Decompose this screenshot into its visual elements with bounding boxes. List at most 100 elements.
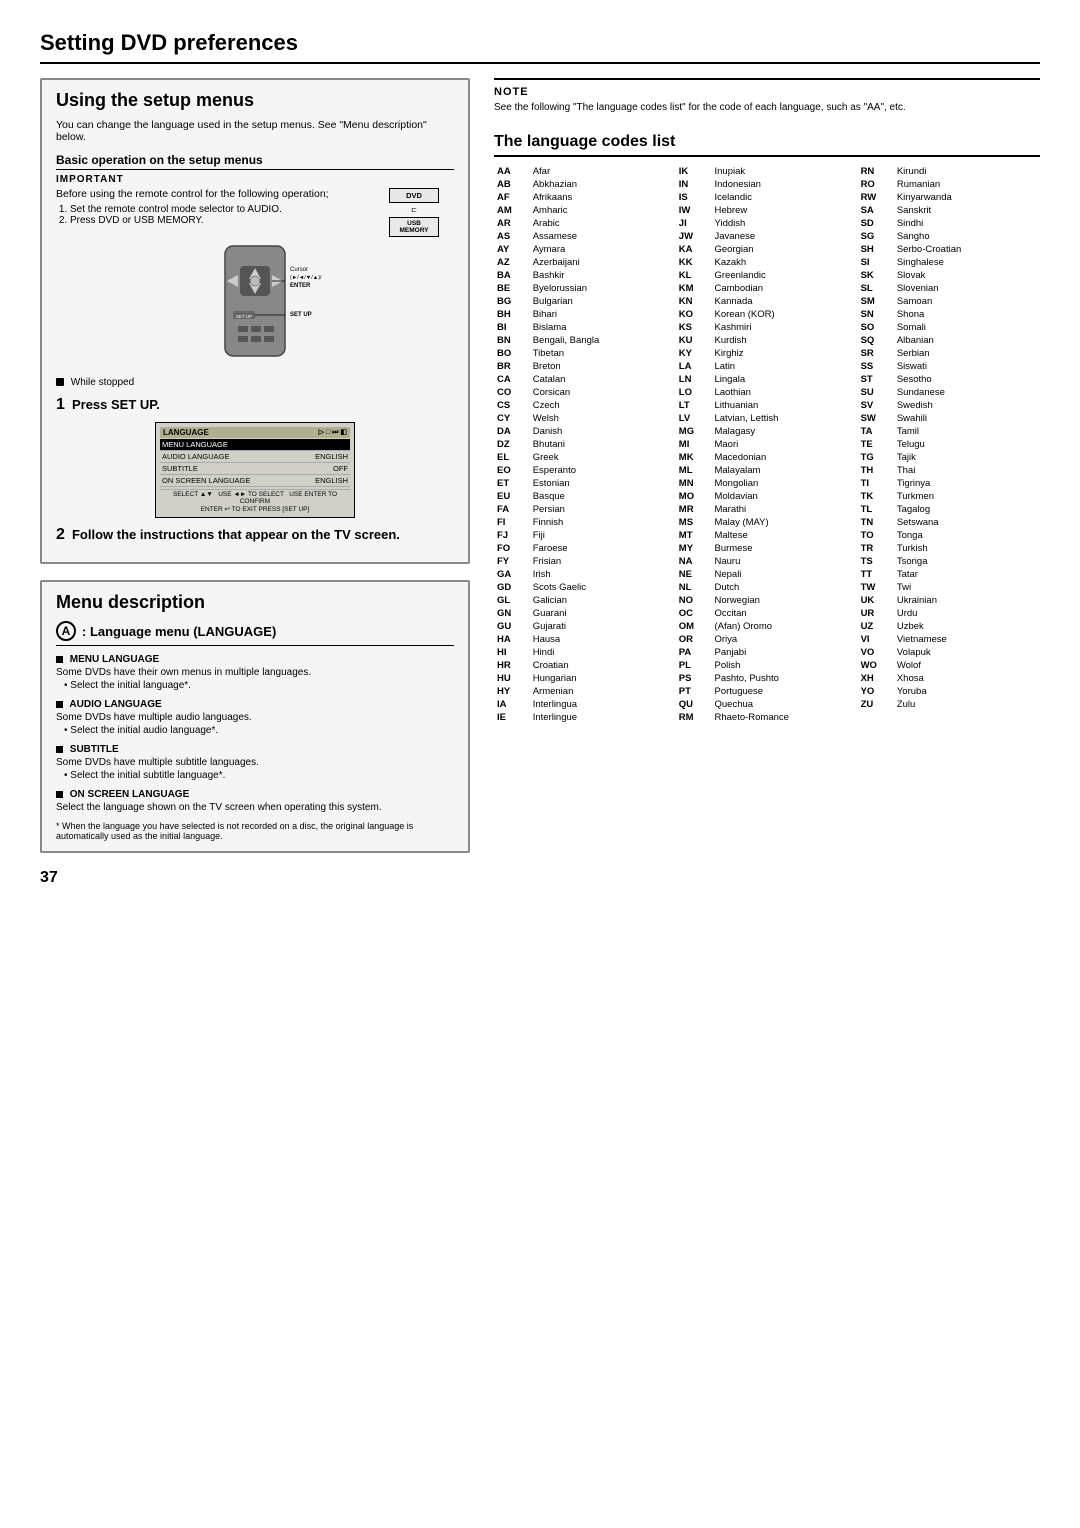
lang-code: CS xyxy=(494,399,530,412)
lang-name: Singhalese xyxy=(894,256,1040,269)
lang-code: AA xyxy=(494,165,530,178)
lang-code: HY xyxy=(494,685,530,698)
table-row: ELGreekMKMacedonianTGTajik xyxy=(494,451,1040,464)
lang-name: Hindi xyxy=(530,646,676,659)
lang-name: Ukrainian xyxy=(894,594,1040,607)
table-row: ARArabicJIYiddishSDSindhi xyxy=(494,217,1040,230)
table-row: CACatalanLNLingalaSTSesotho xyxy=(494,373,1040,386)
lang-code: OR xyxy=(676,633,712,646)
lang-name: Frisian xyxy=(530,555,676,568)
lang-name: Kurdish xyxy=(711,334,857,347)
table-row: GDScots GaelicNLDutchTWTwi xyxy=(494,581,1040,594)
lang-name: Tigrinya xyxy=(894,477,1040,490)
step1-block: 1 Press SET UP. xyxy=(56,396,454,414)
note-section: NOTE See the following "The language cod… xyxy=(494,78,1040,119)
lcd-audio-value: ENGLISH xyxy=(315,452,348,461)
menu-description-title: Menu description xyxy=(56,592,454,613)
lang-name: Malayalam xyxy=(711,464,857,477)
lang-code: JW xyxy=(676,230,712,243)
lcd-audio-label: AUDIO LANGUAGE xyxy=(162,452,230,461)
lang-name: Sindhi xyxy=(894,217,1040,230)
lang-code: AM xyxy=(494,204,530,217)
lang-name: Sanskrit xyxy=(894,204,1040,217)
lang-code: EL xyxy=(494,451,530,464)
lang-code: IS xyxy=(676,191,712,204)
lang-code: BG xyxy=(494,295,530,308)
lang-name: Xhosa xyxy=(894,672,1040,685)
lang-name: Tibetan xyxy=(530,347,676,360)
square-bullet-icon xyxy=(56,791,63,798)
lang-code: HA xyxy=(494,633,530,646)
svg-text:(►/◄/▼/▲)/: (►/◄/▼/▲)/ xyxy=(290,275,322,281)
lang-code: IN xyxy=(676,178,712,191)
table-row: HIHindiPAPanjabiVOVolapuk xyxy=(494,646,1040,659)
lang-code: KM xyxy=(676,282,712,295)
lang-name: Azerbaijani xyxy=(530,256,676,269)
lang-code xyxy=(858,711,894,724)
step-item: Press DVD or USB MEMORY. xyxy=(70,215,364,226)
lang-name: Greenlandic xyxy=(711,269,857,282)
lang-code: TG xyxy=(858,451,894,464)
lang-name: Croatian xyxy=(530,659,676,672)
lang-name: Breton xyxy=(530,360,676,373)
lang-name: Albanian xyxy=(894,334,1040,347)
lang-code: GN xyxy=(494,607,530,620)
lang-code: CO xyxy=(494,386,530,399)
table-row: FOFaroeseMYBurmeseTRTurkish xyxy=(494,542,1040,555)
lang-name: Abkhazian xyxy=(530,178,676,191)
lang-code: NA xyxy=(676,555,712,568)
page-number: 37 xyxy=(40,869,470,887)
lang-name: Nauru xyxy=(711,555,857,568)
lang-name: Danish xyxy=(530,425,676,438)
lang-code: ST xyxy=(858,373,894,386)
lang-name: Hausa xyxy=(530,633,676,646)
lang-code: IE xyxy=(494,711,530,724)
lang-code: SM xyxy=(858,295,894,308)
lang-name: Czech xyxy=(530,399,676,412)
lang-code: AB xyxy=(494,178,530,191)
lang-name: Occitan xyxy=(711,607,857,620)
table-row: GLGalicianNONorwegianUKUkrainian xyxy=(494,594,1040,607)
table-row: CYWelshLVLatvian, LettishSWSwahili xyxy=(494,412,1040,425)
table-row: BIBislamaKSKashmiriSOSomali xyxy=(494,321,1040,334)
lang-name: Hungarian xyxy=(530,672,676,685)
lang-code: UZ xyxy=(858,620,894,633)
lang-name: Korean (KOR) xyxy=(711,308,857,321)
svg-text:SET UP: SET UP xyxy=(290,312,312,318)
lang-code: TE xyxy=(858,438,894,451)
lang-name: Welsh xyxy=(530,412,676,425)
lcd-row-onscreen: ON SCREEN LANGUAGE ENGLISH xyxy=(160,475,350,487)
important-content: Before using the remote control for the … xyxy=(56,188,454,237)
menu-language-body: Some DVDs have their own menus in multip… xyxy=(56,667,454,678)
lang-code: MO xyxy=(676,490,712,503)
important-steps: Set the remote control mode selector to … xyxy=(70,204,364,226)
menu-language-subtitle: MENU LANGUAGE xyxy=(56,654,454,665)
step2-text: Follow the instructions that appear on t… xyxy=(72,527,400,542)
square-bullet-icon xyxy=(56,746,63,753)
lang-name: Malagasy xyxy=(711,425,857,438)
lang-name: Swedish xyxy=(894,399,1040,412)
lang-code: SU xyxy=(858,386,894,399)
lang-code: RW xyxy=(858,191,894,204)
remote-control-diagram: SET UP Cursor (►/◄/▼/▲)/ ENTER SET UP xyxy=(56,241,454,371)
lang-name: Kinyarwanda xyxy=(894,191,1040,204)
lcd-subtitle-label: SUBTITLE xyxy=(162,464,198,473)
lang-name: Zulu xyxy=(894,698,1040,711)
lang-name: Macedonian xyxy=(711,451,857,464)
lang-name: Latin xyxy=(711,360,857,373)
lang-name: Lingala xyxy=(711,373,857,386)
lang-name: Tonga xyxy=(894,529,1040,542)
table-row: BNBengali, BanglaKUKurdishSQAlbanian xyxy=(494,334,1040,347)
lang-code: MN xyxy=(676,477,712,490)
lang-name: Maori xyxy=(711,438,857,451)
lang-code: EU xyxy=(494,490,530,503)
lang-code: HU xyxy=(494,672,530,685)
table-row: AMAmharicIWHebrewSASanskrit xyxy=(494,204,1040,217)
table-row: IEInterlingueRMRhaeto-Romance xyxy=(494,711,1040,724)
lang-code: ZU xyxy=(858,698,894,711)
lang-name: Greek xyxy=(530,451,676,464)
lang-code: TW xyxy=(858,581,894,594)
lang-name: Tamil xyxy=(894,425,1040,438)
table-row: AFAfrikaansISIcelandicRWKinyarwanda xyxy=(494,191,1040,204)
lang-name: Basque xyxy=(530,490,676,503)
